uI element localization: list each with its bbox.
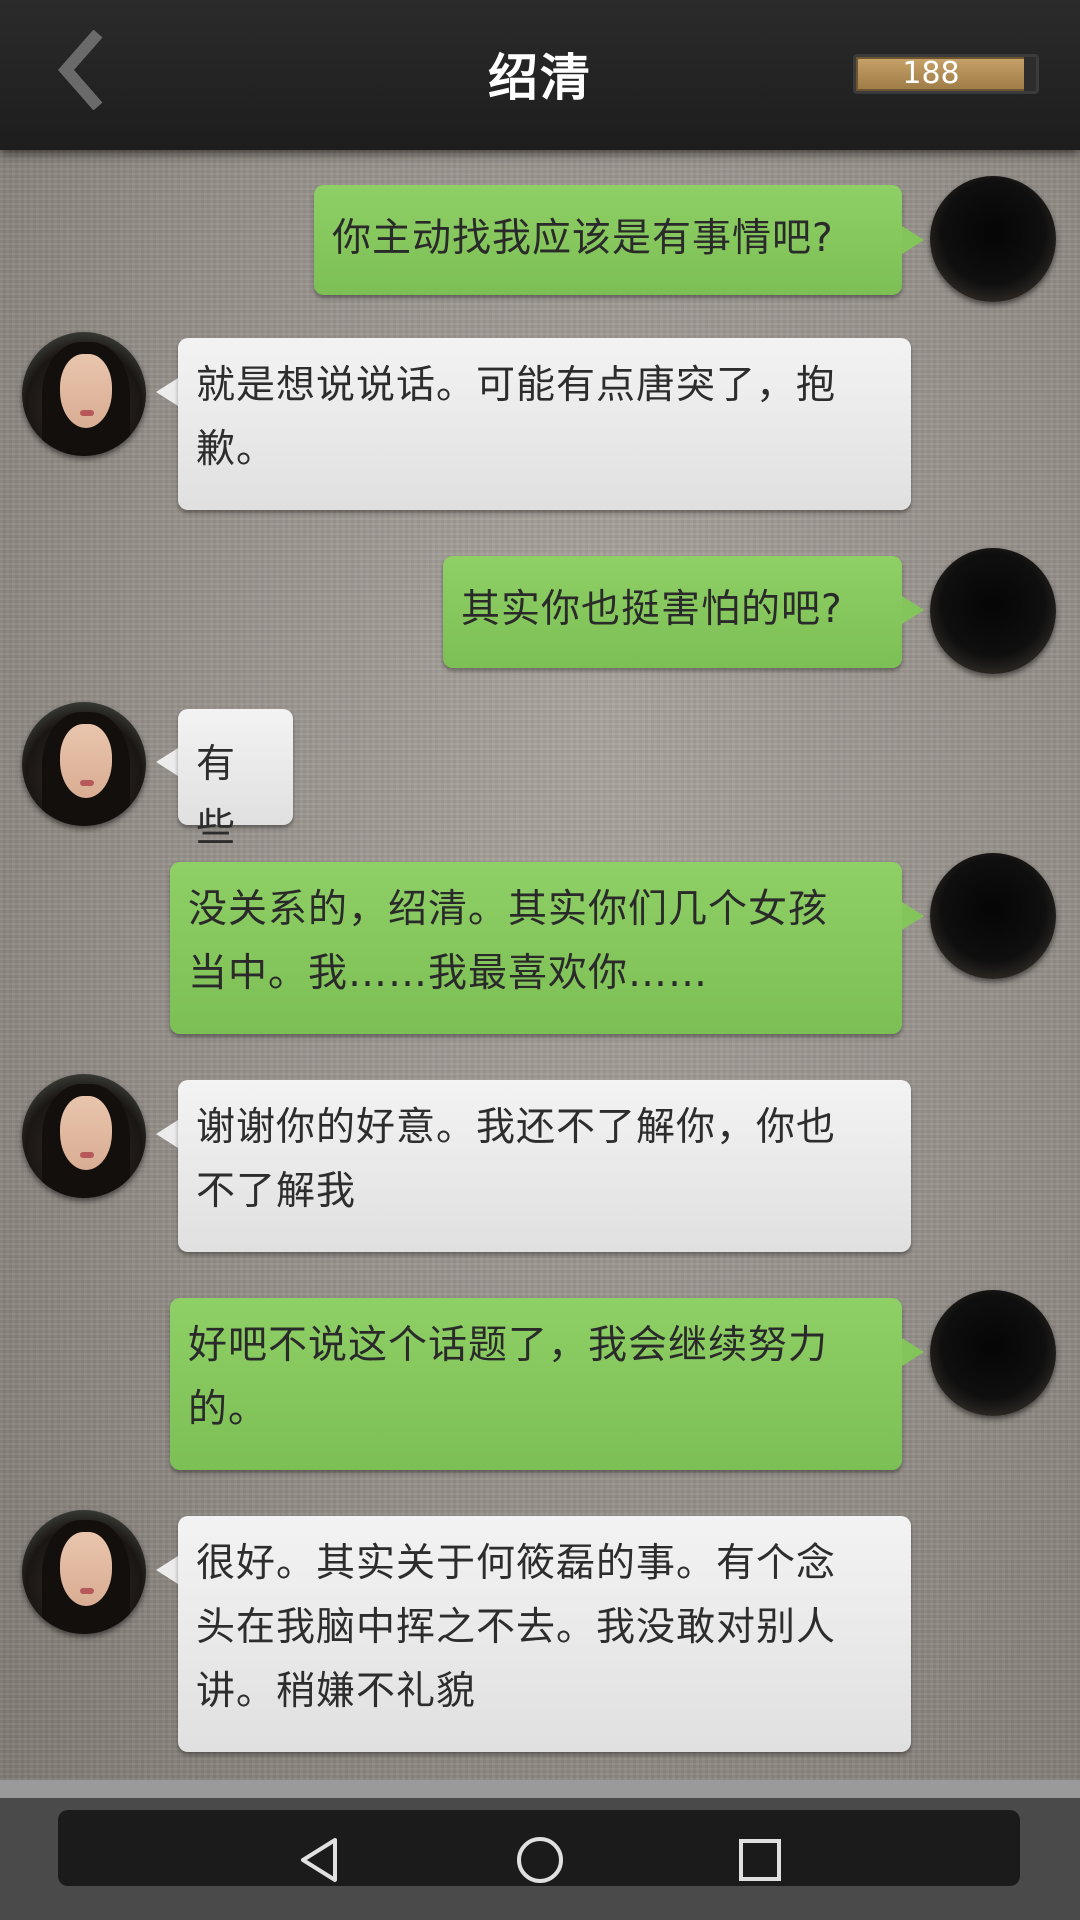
top-bar: 绍清 188	[0, 0, 1080, 150]
circle-home-icon	[517, 1837, 563, 1883]
triangle-back-icon	[301, 1838, 337, 1882]
square-recents-icon	[739, 1839, 781, 1881]
contact-avatar[interactable]	[22, 702, 146, 826]
message-text-line: 没关系的，绍清。其实你们几个女孩	[188, 887, 829, 932]
message-text-line: 讲。稍嫌不礼貌	[196, 1669, 477, 1714]
message-bubble-outgoing[interactable]: 其实你也挺害怕的吧?	[443, 556, 902, 668]
bubble-tail	[902, 1338, 924, 1366]
my-avatar[interactable]	[930, 548, 1056, 674]
contact-avatar[interactable]	[22, 1510, 146, 1634]
message-bubble-incoming[interactable]: 谢谢你的好意。我还不了解你，你也 不了解我	[178, 1080, 911, 1252]
my-avatar[interactable]	[930, 176, 1056, 302]
message-text-line: 好吧不说这个话题了，我会继续努力	[188, 1323, 829, 1368]
bubble-tail	[902, 902, 924, 930]
nav-home-button[interactable]	[510, 1830, 570, 1890]
nav-recents-button[interactable]	[730, 1830, 790, 1890]
my-avatar[interactable]	[930, 853, 1056, 979]
contact-avatar[interactable]	[22, 1074, 146, 1198]
message-text-line: 头在我脑中挥之不去。我没敢对别人	[196, 1605, 837, 1650]
bubble-tail	[156, 748, 178, 776]
message-bubble-outgoing[interactable]: 你主动找我应该是有事情吧?	[314, 185, 902, 295]
message-text-line: 就是想说说话。可能有点唐突了，抱	[196, 363, 837, 408]
bubble-tail	[156, 378, 178, 406]
message-bubble-incoming[interactable]: 很好。其实关于何筱磊的事。有个念 头在我脑中挥之不去。我没敢对别人 讲。稍嫌不礼…	[178, 1516, 911, 1752]
coin-count: 188	[902, 56, 960, 91]
bubble-tail	[156, 1556, 178, 1584]
message-bubble-outgoing[interactable]: 没关系的，绍清。其实你们几个女孩 当中。我……我最喜欢你……	[170, 862, 902, 1034]
message-text-line: 不了解我	[196, 1169, 357, 1214]
message-bubble-incoming[interactable]: 就是想说说话。可能有点唐突了，抱 歉。	[178, 338, 911, 510]
message-text-line: 很好。其实关于何筱磊的事。有个念	[196, 1541, 837, 1586]
message-text-line: 的。	[188, 1387, 269, 1432]
message-text-line: 歉。	[196, 427, 277, 472]
bubble-tail	[902, 226, 924, 254]
bubble-tail	[902, 596, 924, 624]
message-bubble-outgoing[interactable]: 好吧不说这个话题了，我会继续努力 的。	[170, 1298, 902, 1470]
nav-back-button[interactable]	[290, 1830, 350, 1890]
bubble-tail	[156, 1120, 178, 1148]
message-text-line: 你主动找我应该是有事情吧?	[332, 216, 834, 261]
chat-screen: 绍清 188 你主动找我应该是有事情吧? 就是想说说话。可能有点唐突了，抱 歉。…	[0, 0, 1080, 1920]
message-text-line: 其实你也挺害怕的吧?	[461, 587, 843, 632]
message-text-line: 当中。我……我最喜欢你……	[188, 951, 709, 996]
contact-avatar[interactable]	[22, 332, 146, 456]
message-text-line: 谢谢你的好意。我还不了解你，你也	[196, 1105, 837, 1150]
message-text-line: 有些	[196, 742, 237, 851]
my-avatar[interactable]	[930, 1290, 1056, 1416]
coin-counter: 188	[853, 54, 1039, 94]
message-bubble-incoming[interactable]: 有些	[178, 709, 293, 851]
